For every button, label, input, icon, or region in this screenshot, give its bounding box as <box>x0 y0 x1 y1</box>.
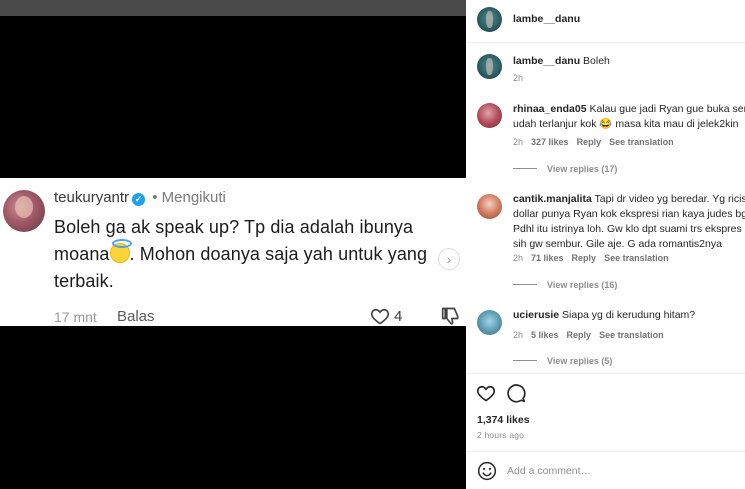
embedded-follow-status: • Mengikuti <box>152 189 226 206</box>
comment-likes[interactable]: 5 likes <box>531 330 559 340</box>
comment-line: Siapa yg di kerudung hitam? <box>562 309 696 321</box>
comments-panel: lambe__danu lambe__danu Boleh 2h rhinaa_… <box>466 0 745 489</box>
comment-avatar[interactable] <box>477 103 502 128</box>
comment-username[interactable]: ucierusie <box>513 309 559 321</box>
reply-button[interactable]: Reply <box>577 137 602 147</box>
comment-likes[interactable]: 71 likes <box>531 253 564 263</box>
embedded-time: 17 mnt <box>54 309 97 325</box>
comment-username[interactable]: rhinaa_enda05 <box>513 103 587 115</box>
header-username[interactable]: lambe__danu <box>513 13 580 25</box>
comment-meta: 2h 71 likes Reply See translation <box>513 253 677 263</box>
media-top-strip <box>0 0 466 16</box>
comment-text: ucierusie Siapa yg di kerudung hitam? <box>513 307 695 323</box>
caption-username[interactable]: lambe__danu <box>513 55 580 67</box>
comment-time: 2h <box>513 253 524 263</box>
reply-button[interactable]: Reply <box>567 330 592 340</box>
embedded-username-row: teukuryantr ✓ • Mengikuti <box>54 189 226 206</box>
comment-username[interactable]: cantik.manjalita <box>513 193 592 205</box>
see-translation-button[interactable]: See translation <box>604 253 669 263</box>
view-replies-button[interactable]: View replies (17) <box>513 164 617 174</box>
caption-avatar[interactable] <box>477 54 502 79</box>
comment-meta: 2h 5 likes Reply See translation <box>513 330 672 340</box>
reply-button[interactable]: Reply <box>572 253 597 263</box>
post-like-count[interactable]: 1,374 likes <box>477 414 530 426</box>
comment-meta: 2h 327 likes Reply See translation <box>513 137 682 147</box>
see-translation-button[interactable]: See translation <box>599 330 664 340</box>
comment-text: cantik.manjalita Tapi dr video yg bereda… <box>513 191 745 207</box>
embedded-comment-screenshot: teukuryantr ✓ • Mengikuti Boleh ga ak spe… <box>0 178 466 326</box>
comment-line: Kalau gue jadi Ryan gue buka sem <box>589 103 745 115</box>
verified-badge-icon: ✓ <box>132 193 146 206</box>
comment-time: 2h <box>513 137 524 147</box>
embedded-avatar <box>3 190 45 232</box>
embedded-comment-text: Boleh ga ak speak up? Tp dia adalah ibun… <box>54 214 454 295</box>
embedded-reply-label: Balas <box>117 308 155 325</box>
comment-avatar[interactable] <box>477 194 502 219</box>
comment-icon[interactable] <box>506 383 526 403</box>
comment-avatar[interactable] <box>477 310 502 335</box>
comment-time: 2h <box>513 330 524 340</box>
emoji-icon[interactable] <box>477 461 497 481</box>
embedded-username: teukuryantr <box>54 189 130 206</box>
comment-line: sih gw sembur. Gile aje. G ada romantis2… <box>513 238 722 250</box>
halo-emoji-icon <box>109 239 132 263</box>
header-avatar[interactable] <box>477 7 502 32</box>
comment-line: udah terlanjur kok 😂 masa kita mau di je… <box>513 118 739 130</box>
view-replies-button[interactable]: View replies (16) <box>513 280 617 290</box>
comment-line: Tapi dr video yg beredar. Yg ricis <box>594 193 745 205</box>
view-replies-button[interactable]: View replies (5) <box>513 356 612 366</box>
comment-line: Pdhl itu istrinya loh. Gw klo dpt suami … <box>513 223 742 235</box>
embedded-like-count: 4 <box>394 308 403 325</box>
caption-text: Boleh <box>583 55 610 67</box>
composer-divider <box>466 451 745 452</box>
caption-time: 2h <box>513 73 524 83</box>
comment-text: rhinaa_enda05 Kalau gue jadi Ryan gue bu… <box>513 101 745 117</box>
caption: lambe__danu Boleh <box>513 53 610 69</box>
comment-line: dollar punya Ryan kok ekspresi rian kaya… <box>513 208 745 220</box>
post-header: lambe__danu <box>466 0 745 43</box>
actions-divider <box>466 373 745 374</box>
next-arrow-icon[interactable]: › <box>438 248 460 270</box>
add-comment-input[interactable]: Add a comment… <box>507 465 591 477</box>
embedded-heart-icon <box>370 308 390 325</box>
post-time-ago: 2 hours ago <box>477 430 525 440</box>
comment-likes[interactable]: 327 likes <box>531 137 569 147</box>
post-media[interactable]: teukuryantr ✓ • Mengikuti Boleh ga ak spe… <box>0 16 466 489</box>
see-translation-button[interactable]: See translation <box>609 137 674 147</box>
heart-icon[interactable] <box>476 383 496 403</box>
dislike-icon <box>441 307 459 325</box>
